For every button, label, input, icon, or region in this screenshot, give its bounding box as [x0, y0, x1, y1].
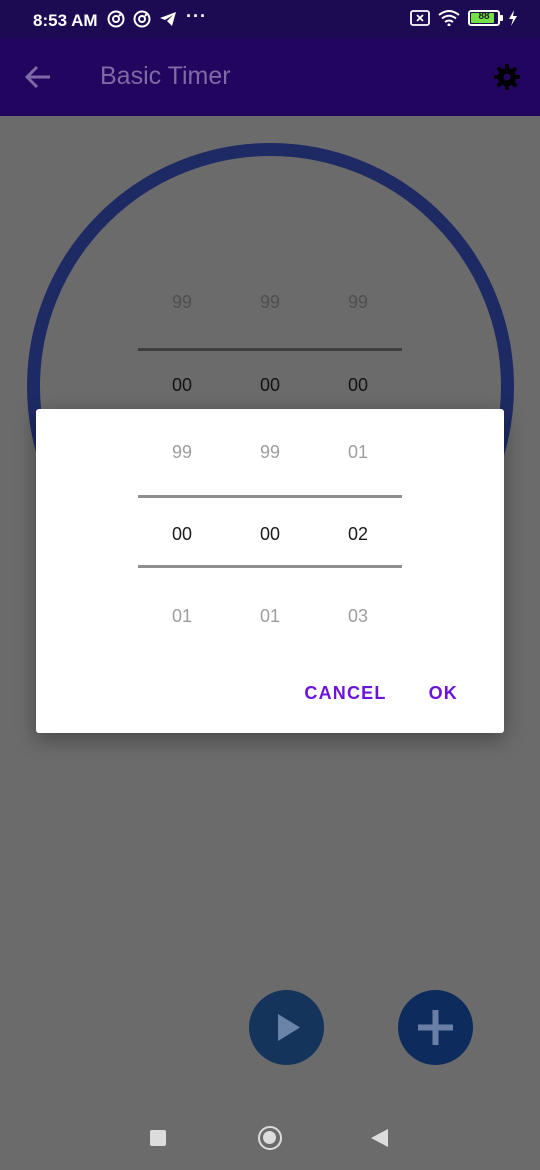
- app-bar: Basic Timer: [0, 38, 540, 116]
- system-icons: 88: [410, 10, 518, 26]
- page-title: Basic Timer: [100, 62, 231, 90]
- back-arrow-icon[interactable]: [24, 64, 52, 90]
- seconds-next[interactable]: 03: [314, 606, 402, 627]
- no-sim-icon: [410, 10, 430, 26]
- circle-icon[interactable]: [258, 1126, 282, 1150]
- bg-hours-prev: 99: [171, 292, 193, 312]
- charging-icon: [509, 10, 517, 26]
- telegram-icon: [160, 12, 176, 26]
- minutes-prev[interactable]: 99: [226, 442, 314, 463]
- minutes-current[interactable]: 00: [226, 524, 314, 545]
- bg-seconds-current: 00: [347, 375, 369, 395]
- add-timer-button[interactable]: [398, 990, 473, 1065]
- bg-minutes-current: 00: [259, 375, 281, 395]
- bg-minutes-prev: 99: [259, 292, 281, 312]
- ok-button[interactable]: OK: [429, 683, 458, 704]
- bg-selection-line: [138, 348, 402, 351]
- gear-icon[interactable]: [494, 64, 520, 90]
- plus-icon: [418, 1010, 453, 1045]
- status-time: 8:53 AM: [33, 11, 98, 30]
- battery-icon: 88: [468, 10, 503, 26]
- notification-icons: [107, 10, 177, 28]
- notification-a-icon: [107, 10, 125, 28]
- square-icon[interactable]: [150, 1130, 166, 1146]
- minutes-next[interactable]: 01: [226, 606, 314, 627]
- number-picker: 99 00 01 99 00 01 01 02 03: [138, 409, 402, 649]
- seconds-picker[interactable]: 01 02 03: [314, 409, 402, 649]
- battery-level: 88: [478, 11, 490, 22]
- triangle-back-icon[interactable]: [371, 1129, 388, 1147]
- cancel-button[interactable]: CANCEL: [304, 683, 386, 704]
- status-bar: 8:53 AM ··· 88: [0, 0, 540, 38]
- bg-hours-current: 00: [171, 375, 193, 395]
- bg-seconds-prev: 99: [347, 292, 369, 312]
- seconds-current[interactable]: 02: [314, 524, 402, 545]
- time-picker-dialog: 99 00 01 99 00 01 01 02 03 CANCEL OK: [36, 409, 504, 733]
- hours-current[interactable]: 00: [138, 524, 226, 545]
- play-icon: [278, 1014, 300, 1041]
- dialog-actions: CANCEL OK: [304, 683, 458, 704]
- notification-b-icon: [133, 10, 151, 28]
- more-notifications-icon: ···: [186, 6, 207, 26]
- hours-picker[interactable]: 99 00 01: [138, 409, 226, 649]
- seconds-prev[interactable]: 01: [314, 442, 402, 463]
- hours-prev[interactable]: 99: [138, 442, 226, 463]
- minutes-picker[interactable]: 99 00 01: [226, 409, 314, 649]
- hours-next[interactable]: 01: [138, 606, 226, 627]
- system-nav-bar: [0, 1105, 540, 1170]
- play-button[interactable]: [249, 990, 324, 1065]
- wifi-icon: [438, 10, 460, 26]
